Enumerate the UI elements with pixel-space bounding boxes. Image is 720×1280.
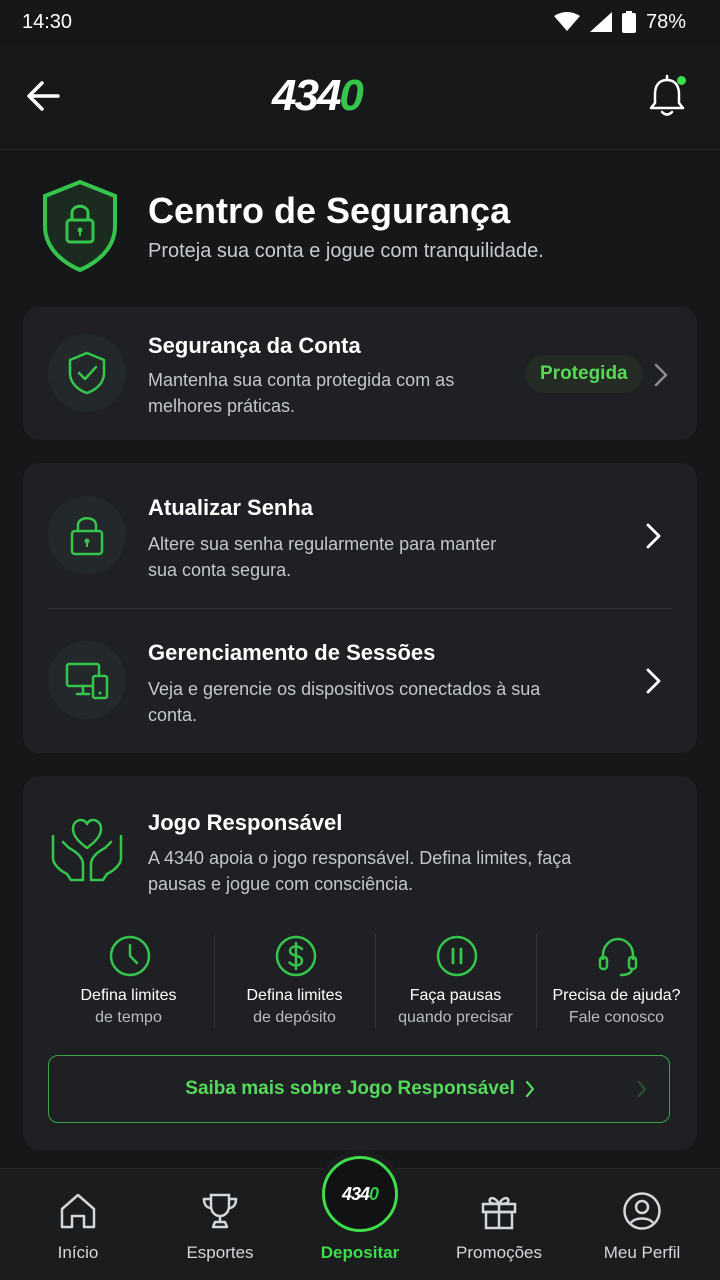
clock-icon [109, 935, 151, 977]
nav-label: Início [57, 1243, 99, 1262]
responsible-gaming-title: Jogo Responsável [148, 810, 343, 835]
back-button[interactable] [22, 74, 66, 118]
account-security-title: Segurança da Conta [148, 333, 361, 358]
heart-hands-icon [51, 818, 123, 882]
chevron-right-icon [525, 1080, 534, 1098]
hero-section: Centro de Segurança Proteja sua conta e … [40, 178, 700, 288]
home-icon [60, 1193, 96, 1229]
status-bar: 14:30 78% [0, 0, 720, 44]
learn-more-label: Saiba mais sobre Jogo Responsável [185, 1078, 515, 1099]
feature-label: Defina limites [80, 987, 177, 1004]
update-password-row[interactable]: Atualizar Senha Altere sua senha regular… [23, 463, 697, 608]
nav-item-profile[interactable]: Meu Perfil [572, 1169, 712, 1280]
feature-sublabel: de depósito [253, 1009, 336, 1026]
feature-label: Faça pausas [409, 987, 502, 1004]
notifications-button[interactable] [644, 72, 690, 120]
wifi-icon [553, 12, 580, 31]
trophy-icon [202, 1193, 238, 1229]
shield-check-icon [68, 351, 106, 395]
deposit-logo-main: 434 [341, 1183, 370, 1204]
feature-deposit-limits[interactable]: Defina limites de depósito [214, 934, 375, 1030]
sessions-icon-wrap [48, 641, 126, 719]
feature-sublabel: de tempo [95, 1009, 162, 1026]
deposit-logo-icon: 434 0 [322, 1156, 398, 1232]
shield-lock-icon [43, 179, 117, 273]
feature-label: Defina limites [246, 987, 343, 1004]
update-password-title: Atualizar Senha [148, 495, 314, 520]
arrow-left-icon [27, 81, 60, 111]
status-badge: Protegida [525, 355, 643, 393]
account-security-description: Mantenha sua conta protegida com as melh… [148, 370, 455, 416]
responsible-gaming-card: Jogo Responsável A 4340 apoia o jogo res… [23, 776, 697, 1150]
nav-label: Esportes [186, 1243, 254, 1262]
lock-icon [70, 517, 104, 556]
logo-main-text: 434 [272, 71, 341, 120]
signal-icon [589, 12, 612, 32]
nav-label: Promoções [456, 1243, 542, 1262]
deposit-logo-accent: 0 [369, 1183, 379, 1204]
password-icon-wrap [48, 496, 126, 574]
page-title: Centro de Segurança [148, 190, 511, 231]
nav-label: Meu Perfil [603, 1243, 681, 1262]
nav-item-promotions[interactable]: Promoções [429, 1169, 569, 1280]
headset-icon [598, 937, 638, 977]
feature-help[interactable]: Precisa de ajuda? Fale conosco [536, 934, 697, 1030]
responsible-gaming-description: A 4340 apoia o jogo responsável. Defina … [148, 848, 572, 894]
chevron-right-icon [646, 668, 661, 694]
session-management-row[interactable]: Gerenciamento de Sessões Veja e gerencie… [23, 609, 697, 753]
nav-item-home[interactable]: Início [8, 1169, 148, 1280]
chevron-right-icon [654, 363, 668, 387]
app-bar: 4340 [0, 44, 720, 150]
user-icon [623, 1192, 661, 1230]
nav-label: Depositar [320, 1243, 400, 1262]
update-password-description: Altere sua senha regularmente para mante… [148, 534, 497, 580]
chevron-right-icon [637, 1080, 647, 1098]
devices-icon [65, 662, 109, 700]
session-management-title: Gerenciamento de Sessões [148, 640, 436, 665]
feature-sublabel: Fale conosco [568, 1009, 665, 1026]
deposit-button[interactable]: 434 0 [316, 1150, 404, 1238]
notification-dot [677, 76, 686, 85]
status-time: 14:30 [22, 10, 73, 33]
dollar-icon [275, 935, 317, 977]
session-management-description: Veja e gerencie os dispositivos conectad… [148, 679, 541, 725]
gift-icon [481, 1196, 517, 1230]
pause-icon [436, 935, 478, 977]
account-security-icon-wrap [48, 334, 126, 412]
battery-level: 78% [645, 10, 686, 33]
account-security-card[interactable]: Segurança da Conta Mantenha sua conta pr… [23, 307, 697, 440]
battery-icon [621, 11, 636, 33]
security-options-card: Atualizar Senha Altere sua senha regular… [23, 463, 697, 753]
feature-time-limits[interactable]: Defina limites de tempo [48, 934, 209, 1030]
nav-item-sports[interactable]: Esportes [150, 1169, 290, 1280]
feature-pauses[interactable]: Faça pausas quando precisar [375, 934, 536, 1030]
brand-logo: 4340 [272, 71, 364, 120]
chevron-right-icon [646, 523, 661, 549]
feature-sublabel: quando precisar [398, 1009, 513, 1026]
status-icons: 78% [553, 10, 686, 34]
responsible-features: Defina limites de tempo Defina limites d… [48, 934, 692, 1030]
account-security-row[interactable]: Segurança da Conta Mantenha sua conta pr… [23, 307, 697, 440]
feature-label: Precisa de ajuda? [552, 987, 681, 1004]
logo-accent-text: 0 [339, 71, 364, 120]
learn-more-button[interactable]: Saiba mais sobre Jogo Responsável [48, 1055, 670, 1123]
page-subtitle: Proteja sua conta e jogue com tranquilid… [148, 240, 544, 262]
